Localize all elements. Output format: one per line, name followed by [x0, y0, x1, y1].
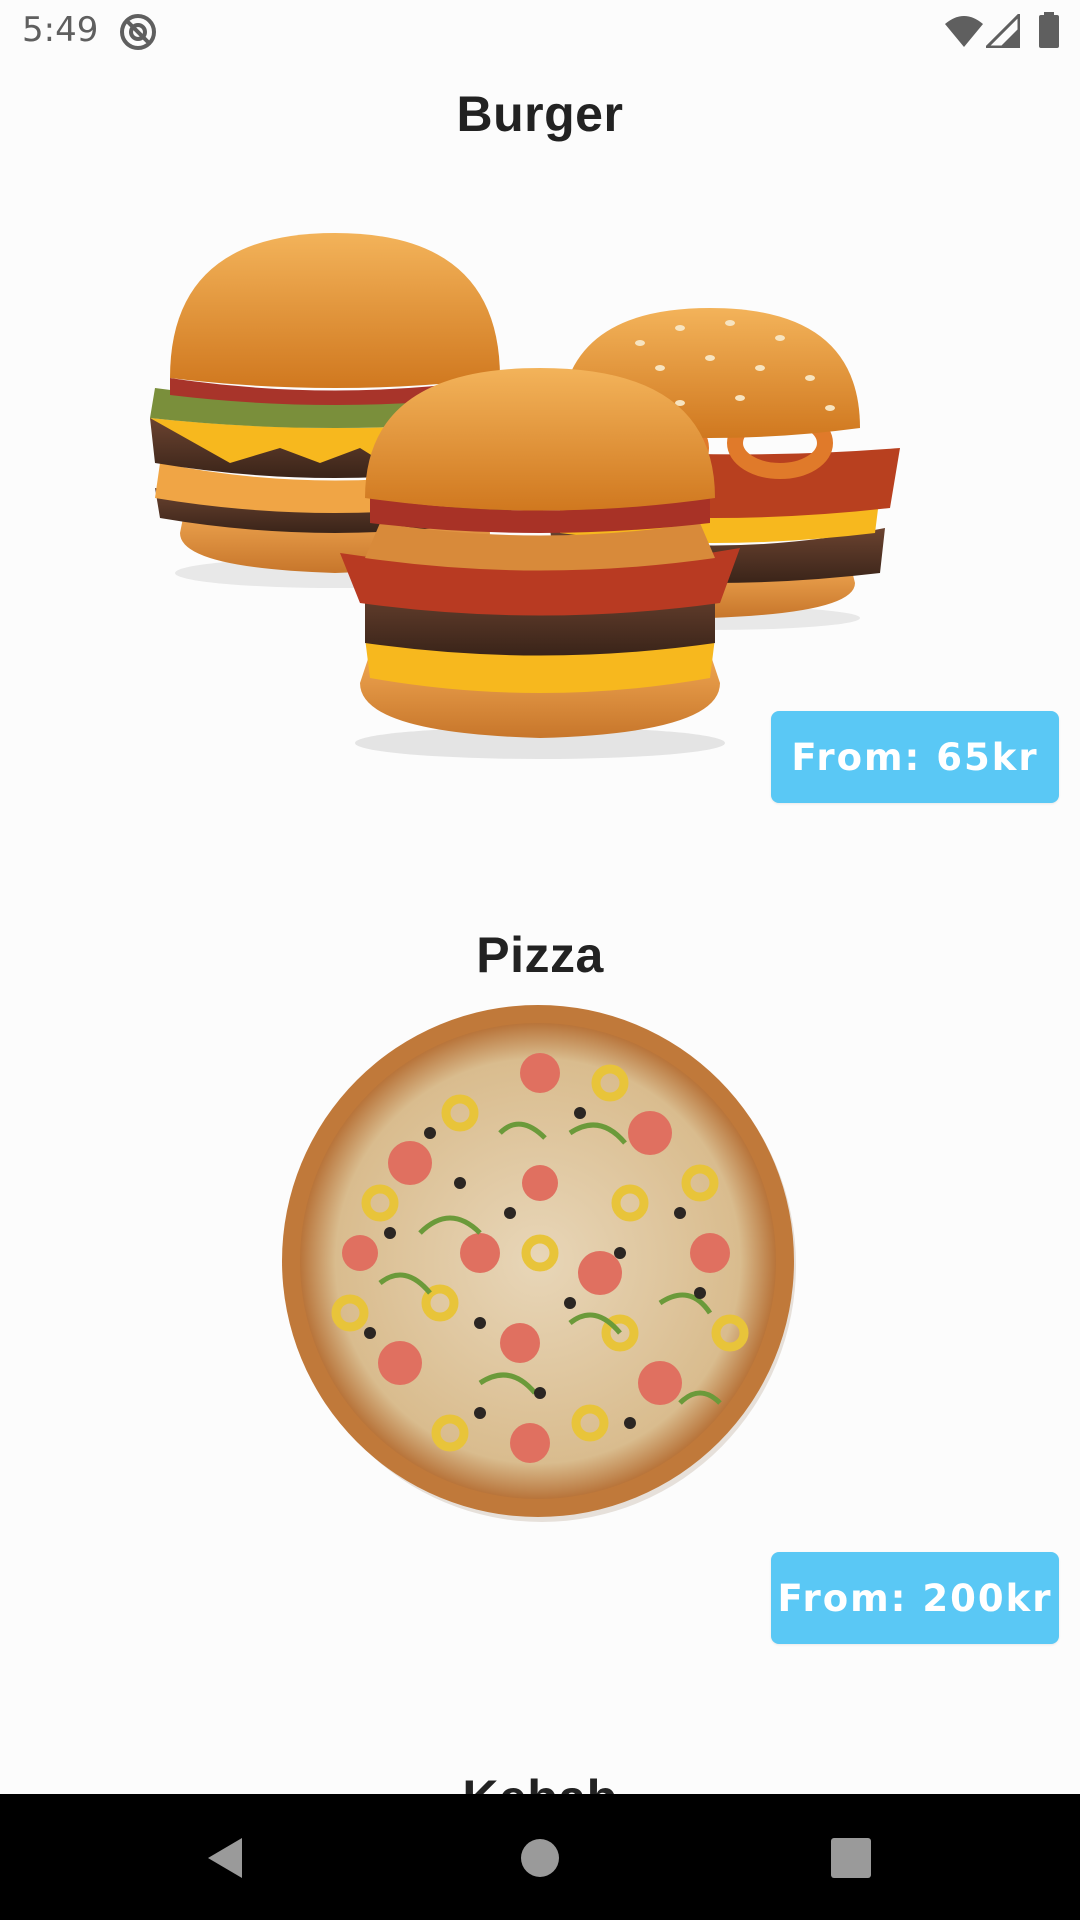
battery-icon	[1039, 12, 1059, 48]
wifi-icon	[945, 16, 983, 47]
recents-icon[interactable]	[822, 1830, 878, 1886]
burger-image[interactable]	[140, 163, 940, 763]
app-screen: 5:49 Burger From: 65kr Pizza From: 200kr	[0, 0, 1080, 1920]
back-icon[interactable]	[198, 1830, 254, 1886]
price-button-burger[interactable]: From: 65kr	[771, 711, 1059, 803]
food-title-burger: Burger	[456, 86, 624, 142]
cell-signal-icon	[986, 14, 1020, 48]
home-icon[interactable]	[512, 1830, 568, 1886]
food-title-kebab: Kebab	[0, 1769, 1080, 1794]
notification-blocked-icon	[120, 14, 156, 50]
navigation-bar	[0, 1794, 1080, 1920]
food-list[interactable]: Burger From: 65kr Pizza From: 200kr	[0, 63, 1080, 1794]
status-bar: 5:49	[0, 0, 1080, 63]
price-button-pizza[interactable]: From: 200kr	[771, 1552, 1059, 1644]
food-title-pizza: Pizza	[476, 927, 604, 983]
status-time: 5:49	[22, 10, 99, 50]
pizza-image[interactable]	[280, 1003, 800, 1523]
